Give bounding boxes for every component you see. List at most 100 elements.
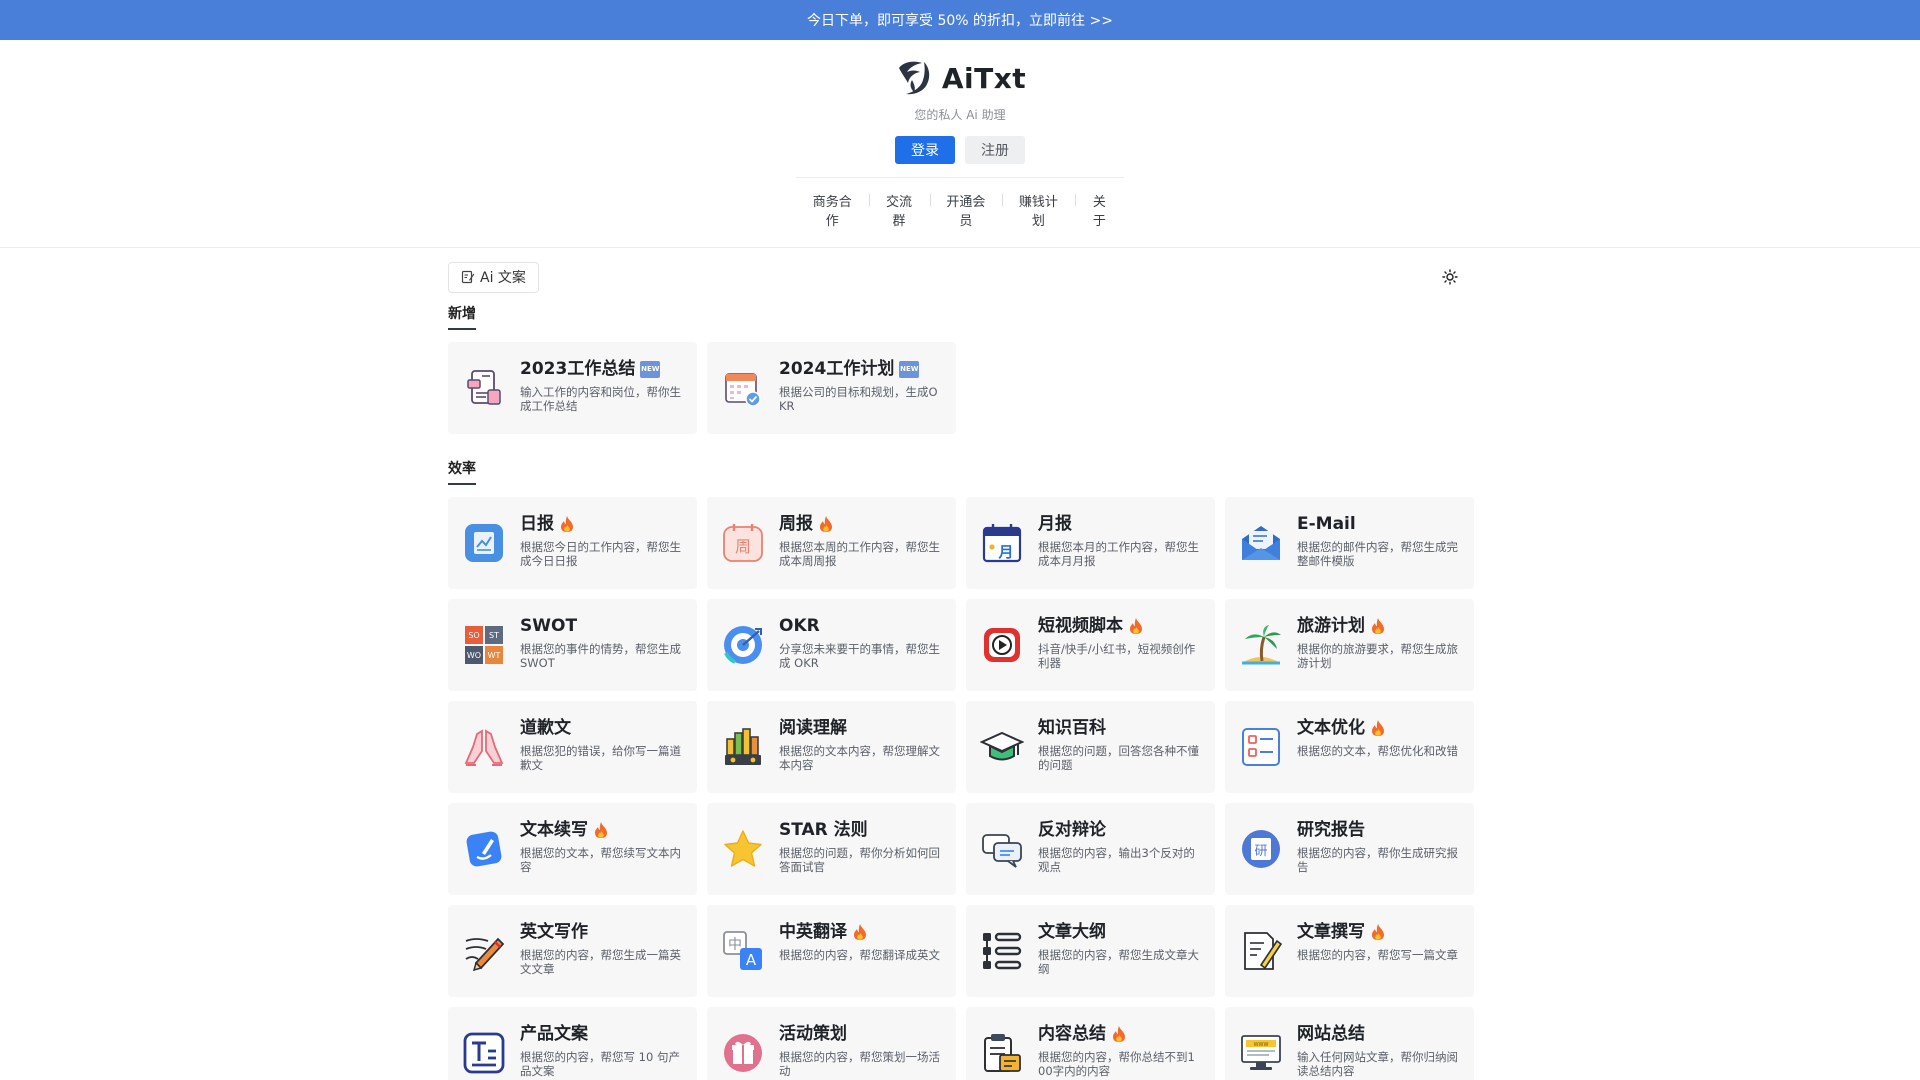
tool-card[interactable]: 文本优化 根据您的文本，帮您优化和改错 <box>1225 701 1474 793</box>
promo-banner-text[interactable]: 今日下单，即可享受 50% 的折扣，立即前往 >> <box>807 10 1113 30</box>
tool-card[interactable]: 文本续写根据您的文本，帮您续写文本内容 <box>448 803 697 895</box>
tool-card[interactable]: OKR 分享您未来要干的事情，帮您生成 OKR <box>707 599 956 691</box>
tool-card-description: 根据您的内容，帮您写 10 句产品文案 <box>520 1050 680 1078</box>
svg-text:WWW: WWW <box>1254 1042 1269 1048</box>
top-nav: 商务合作 交流群 开通会员 赚钱计划 关于 <box>796 177 1124 229</box>
tool-card[interactable]: 旅游计划 根据你的旅游要求，帮您生成旅游计划 <box>1225 599 1474 691</box>
graduation-cap-icon <box>980 725 1024 769</box>
tool-card-body: 2023工作总结 NEW 输入工作的内容和岗位，帮你生成工作总结 <box>520 356 683 434</box>
pencil-writing-icon <box>462 929 506 973</box>
brand-slogan: 您的私人 Ai 助理 <box>914 108 1006 122</box>
tool-card[interactable]: 英文写作 根据您的内容，帮您生成一篇英文文章 <box>448 905 697 997</box>
svg-text:SO: SO <box>468 631 479 640</box>
list-document-icon <box>1239 725 1283 769</box>
section-title-efficiency: 效率 <box>448 458 476 485</box>
fire-icon <box>1113 1026 1125 1042</box>
tool-card-title-text: 英文写作 <box>520 922 588 942</box>
tool-card[interactable]: 文章大纲 根据您的内容，帮您生成文章大纲 <box>966 905 1215 997</box>
tool-card-body: 文章大纲 根据您的内容，帮您生成文章大纲 <box>1038 919 1201 997</box>
tool-card-description: 根据您的文本，帮您续写文本内容 <box>520 846 681 874</box>
tool-card[interactable]: 中 A 中英翻译 根据您的内容，帮您翻译成英文 <box>707 905 956 997</box>
tool-card[interactable]: 内容总结 根据您的内容，帮你总结不到100字内的内容 <box>966 1007 1215 1080</box>
tool-card-body: 文本续写根据您的文本，帮您续写文本内容 <box>520 817 683 895</box>
tool-card[interactable]: 活动策划根据您的内容，帮您策划一场活动 <box>707 1007 956 1080</box>
tool-card[interactable]: 短视频脚本 抖音/快手/小红书，短视频创作利器 <box>966 599 1215 691</box>
tool-card-body: 研究报告 根据您的内容，帮你生成研究报告 <box>1297 817 1460 895</box>
fire-icon <box>820 516 832 532</box>
star-icon <box>721 827 765 871</box>
tool-card-title-text: 道歉文 <box>520 718 571 738</box>
tool-card[interactable]: 道歉文 根据您犯的错误，给你写一篇道歉文 <box>448 701 697 793</box>
tool-card[interactable]: E-Mail 根据您的邮件内容，帮您生成完整邮件模版 <box>1225 497 1474 589</box>
register-button[interactable]: 注册 <box>965 136 1025 164</box>
tool-card[interactable]: 产品文案根据您的内容，帮您写 10 句产品文案 <box>448 1007 697 1080</box>
tool-card[interactable]: 周 周报 根据您本周的工作内容，帮您生成本周周报 <box>707 497 956 589</box>
tool-card-title: STAR 法则 <box>779 819 942 841</box>
tool-card[interactable]: 研 研究报告 根据您的内容，帮你生成研究报告 <box>1225 803 1474 895</box>
theme-toggle[interactable] <box>1438 265 1462 289</box>
tool-card[interactable]: SO ST WO WT SWOT 根据您的事件的情势，帮您生成 SWOT <box>448 599 697 691</box>
tool-card-title: SWOT <box>520 615 683 637</box>
tool-card[interactable]: 阅读理解 根据您的文本内容，帮您理解文本内容 <box>707 701 956 793</box>
tool-card-description: 输入工作的内容和岗位，帮你生成工作总结 <box>520 385 681 413</box>
tool-card[interactable]: STAR 法则 根据您的问题，帮你分析如何回答面试官 <box>707 803 956 895</box>
tool-card-title: 短视频脚本 <box>1038 615 1201 637</box>
tool-card-body: E-Mail 根据您的邮件内容，帮您生成完整邮件模版 <box>1297 511 1460 589</box>
tool-card-title: 文本续写 <box>520 819 683 841</box>
nav-link-membership[interactable]: 开通会员 <box>929 191 1003 229</box>
tool-card-body: 月报 根据您本月的工作内容，帮您生成本月月报 <box>1038 511 1201 589</box>
monitor-web-icon: WWW <box>1239 1031 1283 1075</box>
fire-icon <box>561 516 573 532</box>
tool-card-title-text: 文章撰写 <box>1297 922 1365 942</box>
tool-card-title-text: 内容总结 <box>1038 1024 1106 1044</box>
svg-text:WO: WO <box>467 651 481 660</box>
login-button[interactable]: 登录 <box>895 136 955 164</box>
tool-card[interactable]: 2023工作总结 NEW 输入工作的内容和岗位，帮你生成工作总结 <box>448 342 697 434</box>
main-content: Ai 文案 新增 2023工作总结 NEW 输入工作的内容和岗位，帮你生成工作总结 2… <box>448 261 1474 1080</box>
tool-card-title: OKR <box>779 615 942 637</box>
clipboard-icon <box>980 1031 1024 1075</box>
tool-card-body: 2024工作计划 NEW 根据公司的目标和规划，生成OKR <box>779 356 942 434</box>
tool-card-description: 输入任何网站文章，帮你归纳阅读总结内容 <box>1297 1050 1458 1078</box>
tool-card-body: 英文写作 根据您的内容，帮您生成一篇英文文章 <box>520 919 683 997</box>
tool-card-title: 阅读理解 <box>779 717 942 739</box>
tool-card-title-text: 2024工作计划 <box>779 359 895 379</box>
tab-ai-copywriting[interactable]: Ai 文案 <box>448 261 539 293</box>
tool-card[interactable]: 知识百科 根据您的问题，回答您各种不懂的问题 <box>966 701 1215 793</box>
tool-card[interactable]: 反对辩论 根据您的内容，输出3个反对的观点 <box>966 803 1215 895</box>
video-play-icon <box>980 623 1024 667</box>
tool-card-description: 根据您的问题，回答您各种不懂的问题 <box>1038 744 1199 772</box>
tool-card-body: 产品文案根据您的内容，帮您写 10 句产品文案 <box>520 1021 683 1080</box>
tool-card-title: 文章大纲 <box>1038 921 1201 943</box>
tool-card-title: 中英翻译 <box>779 921 942 943</box>
promo-banner[interactable]: 今日下单，即可享受 50% 的折扣，立即前往 >> <box>0 0 1920 40</box>
nav-link-about[interactable]: 关于 <box>1074 191 1124 229</box>
tool-card[interactable]: 日报 根据您今日的工作内容，帮您生成今日日报 <box>448 497 697 589</box>
nav-link-earn[interactable]: 赚钱计划 <box>1002 191 1075 229</box>
tool-card-title-text: 文章大纲 <box>1038 922 1106 942</box>
new-badge-icon: NEW <box>899 360 920 378</box>
tool-card[interactable]: 文章撰写 根据您的内容，帮您写一篇文章 <box>1225 905 1474 997</box>
tool-card-description: 根据您的内容，帮您策划一场活动 <box>779 1050 940 1078</box>
tool-card[interactable]: 月 月报 根据您本月的工作内容，帮您生成本月月报 <box>966 497 1215 589</box>
tool-card-title-text: 月报 <box>1038 514 1072 534</box>
outline-list-icon <box>980 929 1024 973</box>
logo[interactable]: AiTxt <box>0 56 1920 100</box>
tool-card-body: SWOT 根据您的事件的情势，帮您生成 SWOT <box>520 613 683 691</box>
tool-card-title: 周报 <box>779 513 942 535</box>
tool-card-body: 旅游计划 根据你的旅游要求，帮您生成旅游计划 <box>1297 613 1460 691</box>
nav-link-community[interactable]: 交流群 <box>868 191 930 229</box>
tool-card-title-text: 活动策划 <box>779 1024 847 1044</box>
tool-card-title-text: 研究报告 <box>1297 820 1365 840</box>
nav-link-business[interactable]: 商务合作 <box>796 191 869 229</box>
pen-cube-icon <box>462 827 506 871</box>
tool-card-description: 根据您的内容，输出3个反对的观点 <box>1038 846 1195 874</box>
tool-card-title-text: 产品文案 <box>520 1024 588 1044</box>
tool-card-title-text: 中英翻译 <box>779 922 847 942</box>
tool-card-title-text: 2023工作总结 <box>520 359 636 379</box>
brand-header: AiTxt 您的私人 Ai 助理 登录 注册 商务合作 交流群 开通会员 赚钱计… <box>0 56 1920 229</box>
tool-card[interactable]: 2024工作计划 NEW 根据公司的目标和规划，生成OKR <box>707 342 956 434</box>
tool-card-body: 日报 根据您今日的工作内容，帮您生成今日日报 <box>520 511 683 589</box>
monthly-calendar-icon: 月 <box>980 521 1024 565</box>
tool-card[interactable]: WWW 网站总结 输入任何网站文章，帮你归纳阅读总结内容 <box>1225 1007 1474 1080</box>
